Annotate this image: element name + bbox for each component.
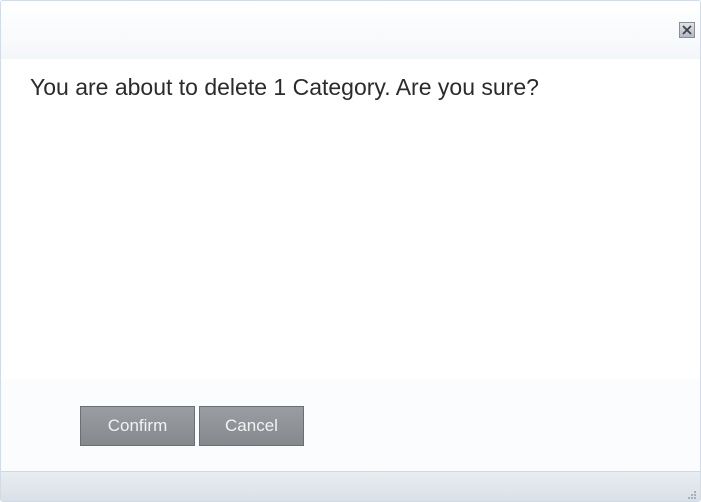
dialog-titlebar (1, 1, 700, 59)
resize-grip-icon[interactable] (685, 487, 697, 499)
dialog-footer (1, 471, 700, 501)
confirmation-message: You are about to delete 1 Category. Are … (30, 74, 539, 100)
confirm-delete-dialog: You are about to delete 1 Category. Are … (0, 0, 701, 502)
confirm-button[interactable]: Confirm (80, 406, 195, 446)
close-icon[interactable] (679, 22, 695, 38)
cancel-button[interactable]: Cancel (199, 406, 304, 446)
dialog-content (1, 59, 700, 379)
